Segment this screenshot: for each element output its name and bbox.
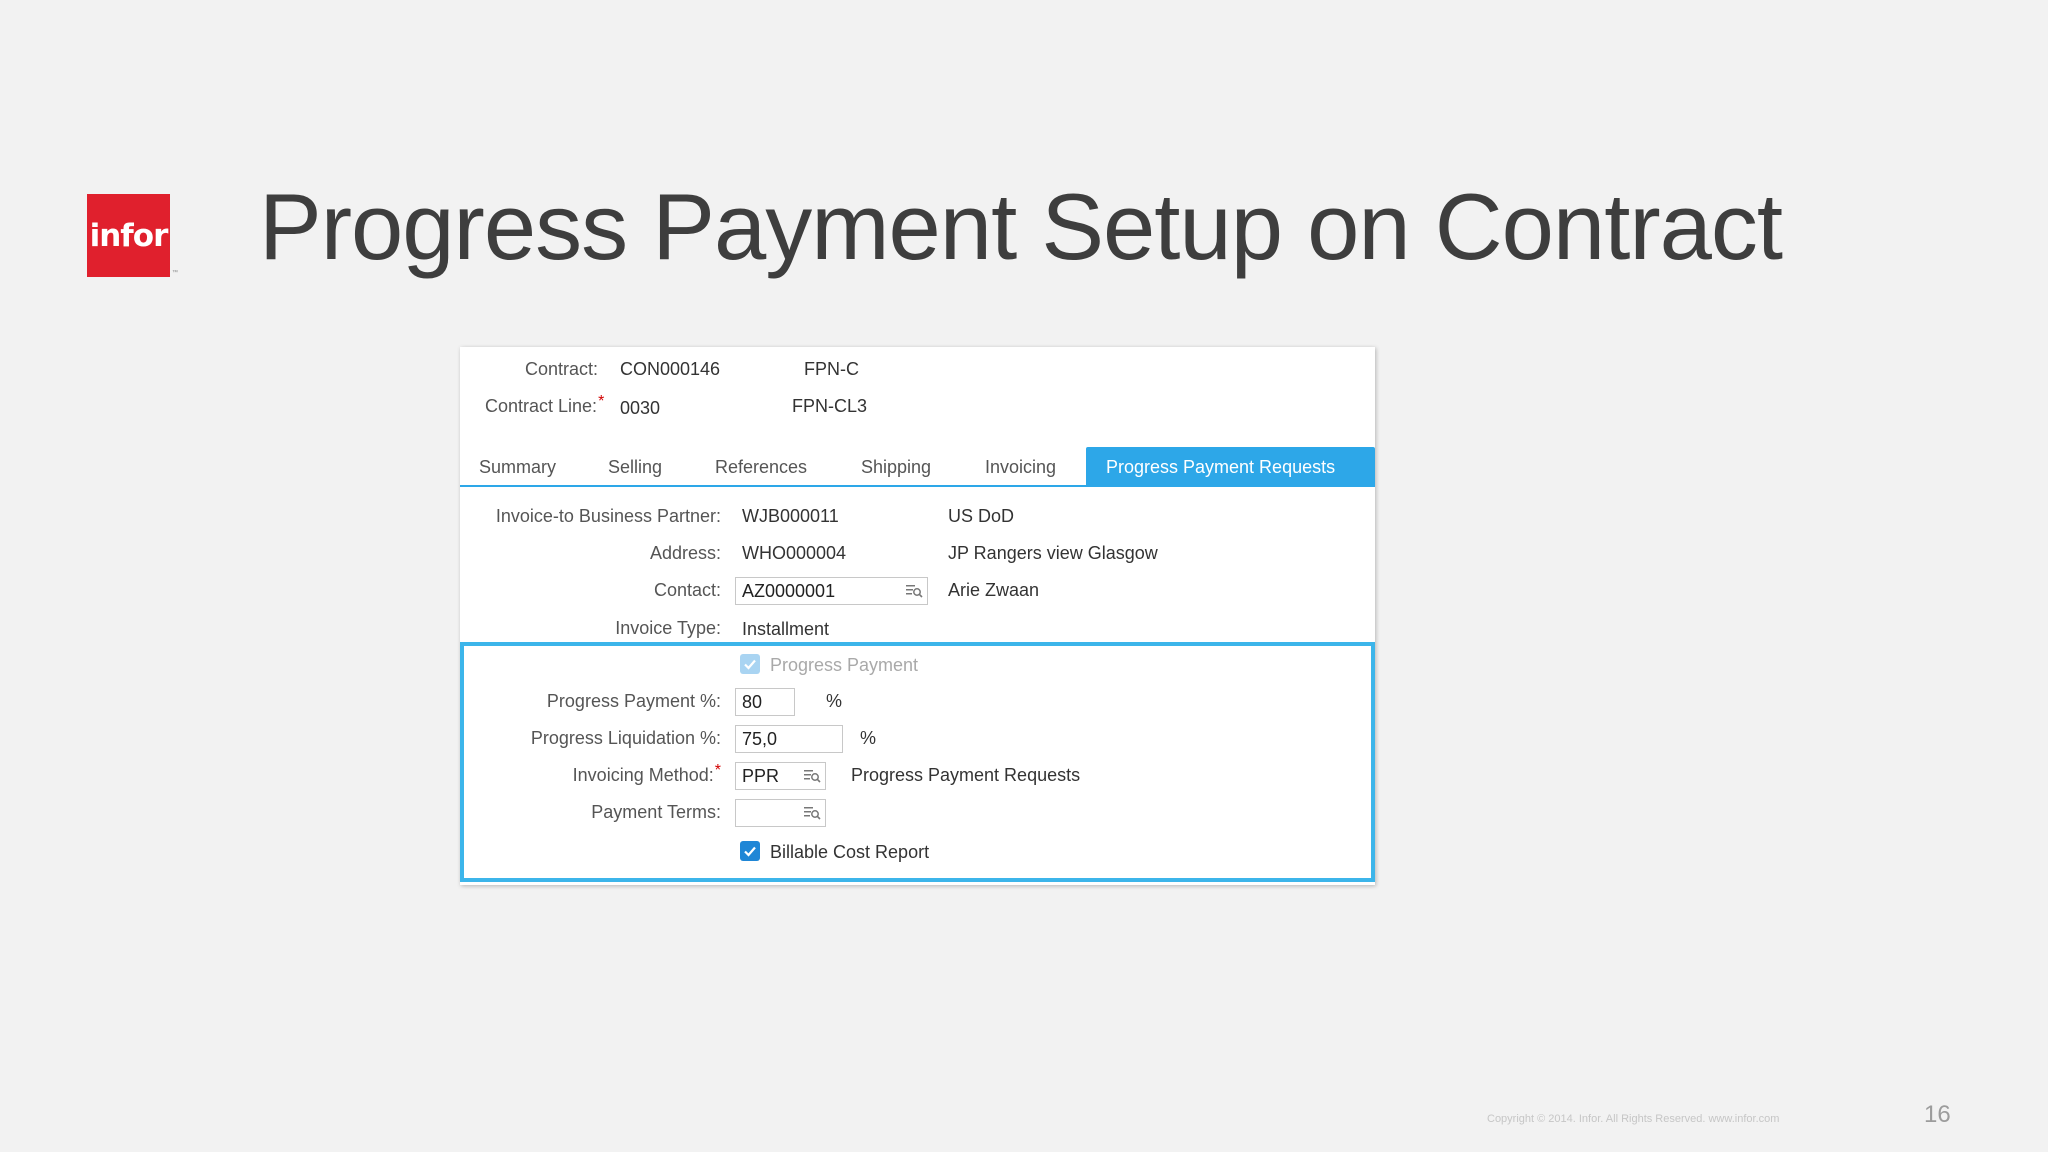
address-value: WHO000004: [742, 543, 847, 563]
progress-liquidation-percent-unit: %: [860, 728, 877, 748]
tab-invoicing[interactable]: Invoicing: [985, 447, 1056, 485]
infor-logo: infor: [87, 194, 170, 277]
tab-bar: Summary Selling References Shipping Invo…: [460, 447, 1375, 487]
progress-liquidation-percent-field[interactable]: 75,0: [735, 725, 843, 753]
contract-label: Contract:: [525, 359, 599, 379]
invoicing-method-label-text: Invoicing Method:: [572, 765, 714, 785]
payment-terms-label: Payment Terms:: [591, 802, 721, 822]
invoice-to-bp-label: Invoice-to Business Partner:: [495, 506, 721, 526]
contract-panel: Contract: CON000146 FPN-C Contract Line:…: [460, 347, 1375, 885]
progress-payment-percent-label: Progress Payment %:: [546, 691, 721, 711]
invoicing-method-label: Invoicing Method:*: [572, 762, 721, 786]
logo-trademark: ™: [172, 270, 178, 276]
progress-payment-percent-unit: %: [826, 691, 843, 711]
checkmark-icon: [744, 659, 756, 670]
billable-cost-report-label: Billable Cost Report: [770, 842, 930, 862]
tab-shipping[interactable]: Shipping: [861, 447, 931, 485]
tab-summary[interactable]: Summary: [479, 447, 556, 485]
progress-liquidation-percent-label: Progress Liquidation %:: [530, 728, 721, 748]
required-marker: *: [714, 762, 721, 779]
contract-value: CON000146: [620, 359, 721, 379]
slide-title: Progress Payment Setup on Contract: [259, 174, 1783, 279]
contact-label: Contact:: [653, 580, 721, 600]
lookup-icon[interactable]: [803, 768, 821, 784]
invoice-to-bp-value: WJB000011: [742, 506, 839, 526]
address-label: Address:: [649, 543, 721, 563]
contract-line-label: Contract Line:*: [485, 393, 605, 417]
required-marker: *: [598, 393, 605, 410]
invoice-type-value: Installment: [742, 619, 830, 639]
payment-terms-field[interactable]: [735, 799, 826, 827]
invoicing-method-value: PPR: [742, 766, 780, 786]
contract-line-value: 0030: [620, 398, 661, 418]
invoicing-method-field[interactable]: PPR: [735, 762, 826, 790]
page-number: 16: [1924, 1101, 1951, 1128]
contact-field-value: AZ0000001: [742, 581, 836, 601]
tab-selling[interactable]: Selling: [608, 447, 662, 485]
invoice-to-bp-description: US DoD: [948, 506, 1015, 526]
contact-description: Arie Zwaan: [948, 580, 1040, 600]
lookup-icon[interactable]: [905, 583, 923, 599]
progress-payment-percent-value: 80: [742, 692, 763, 712]
lookup-icon[interactable]: [803, 805, 821, 821]
progress-liquidation-percent-value: 75,0: [742, 729, 778, 749]
progress-payment-percent-field[interactable]: 80: [735, 688, 795, 716]
tab-references[interactable]: References: [715, 447, 807, 485]
progress-payment-checkbox[interactable]: [740, 654, 760, 674]
checkmark-icon: [744, 846, 756, 857]
tab-progress-payment-requests[interactable]: Progress Payment Requests: [1086, 447, 1375, 485]
logo-text: infor: [89, 217, 169, 254]
copyright-notice: Copyright © 2014. Infor. All Rights Rese…: [1487, 1113, 1780, 1125]
invoice-type-label: Invoice Type:: [615, 618, 721, 638]
contact-field[interactable]: AZ0000001: [735, 577, 928, 605]
billable-cost-report-checkbox[interactable]: [740, 841, 760, 861]
progress-payment-checkbox-label: Progress Payment: [770, 655, 919, 675]
contract-line-description: FPN-CL3: [792, 396, 868, 416]
contract-line-label-text: Contract Line:: [485, 396, 598, 416]
address-description: JP Rangers view Glasgow: [948, 543, 1158, 563]
invoicing-method-description: Progress Payment Requests: [851, 765, 1081, 785]
contract-description: FPN-C: [804, 359, 859, 379]
